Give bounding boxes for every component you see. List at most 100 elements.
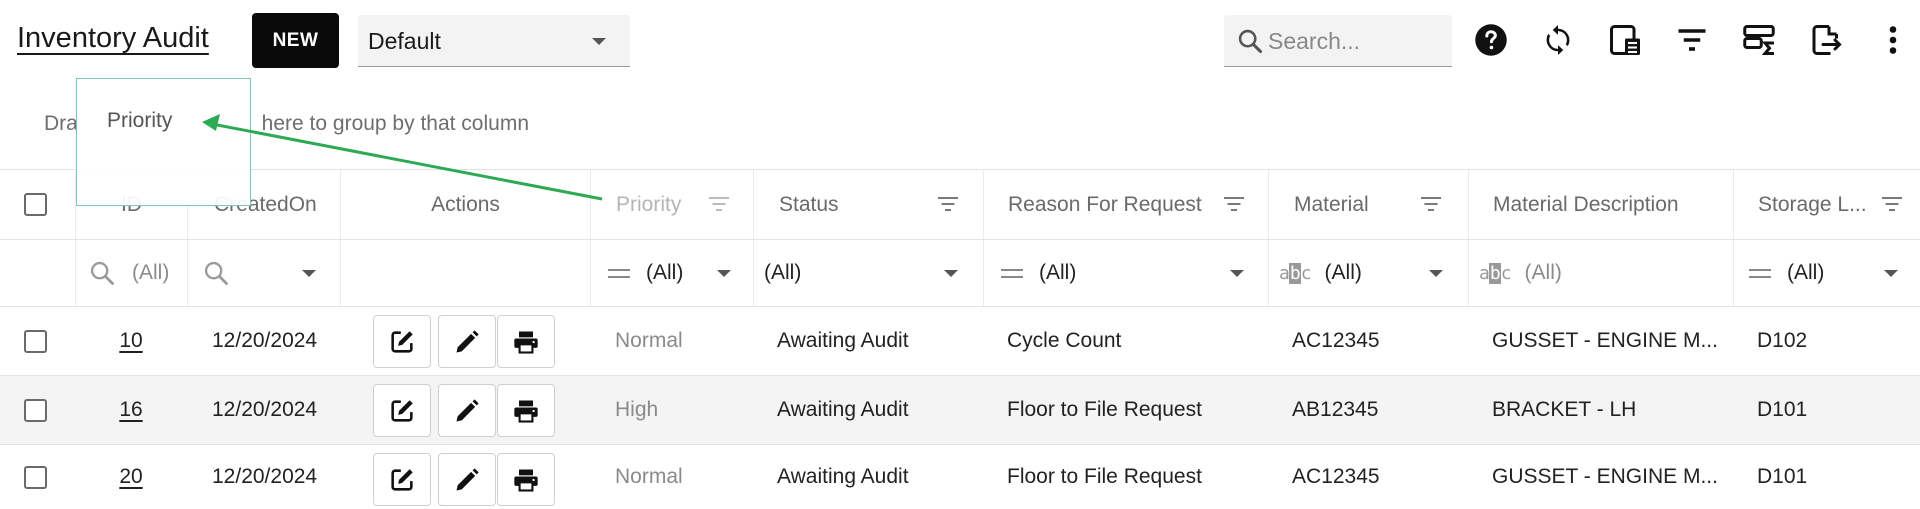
id-link[interactable]: 20	[119, 465, 142, 489]
filter-cell-select	[0, 240, 75, 306]
id-link[interactable]: 16	[119, 398, 142, 422]
chevron-down-icon[interactable]	[944, 270, 958, 277]
row-checkbox[interactable]	[24, 465, 47, 489]
chevron-down-icon[interactable]	[302, 270, 316, 277]
equals-operator-icon[interactable]	[608, 268, 630, 278]
column-filter-icon[interactable]	[1224, 197, 1244, 213]
column-header-label: Storage L...	[1758, 192, 1867, 216]
filter-cell-actions	[340, 240, 590, 306]
cell-id[interactable]: 20	[75, 445, 187, 509]
filter-cell-status[interactable]: (All)	[753, 240, 983, 306]
filter-value: (All)	[132, 261, 170, 284]
cell-reason: Floor to File Request	[1007, 398, 1202, 421]
cell-priority: High	[615, 398, 659, 421]
column-header-reason[interactable]: Reason For Request	[983, 170, 1268, 239]
cell-id[interactable]: 16	[75, 376, 187, 444]
new-button[interactable]: NEW	[252, 13, 339, 68]
edit-inline-button[interactable]	[373, 315, 431, 368]
table-row[interactable]: 16 12/20/2024 High Awaiting Audit Floor …	[0, 375, 1920, 444]
column-header-material-description[interactable]: Material Description	[1468, 170, 1733, 239]
edit-square-icon	[391, 468, 413, 491]
filter-cell-priority[interactable]: (All)	[590, 240, 753, 306]
filter-cell-createdon[interactable]	[187, 240, 340, 306]
search-field[interactable]	[1224, 15, 1452, 67]
cell-status: Awaiting Audit	[777, 398, 909, 421]
edit-inline-button[interactable]	[373, 384, 431, 437]
column-header-status[interactable]: Status	[753, 170, 983, 239]
id-link[interactable]: 10	[119, 329, 142, 353]
contains-operator-icon[interactable]: abc	[1279, 262, 1312, 284]
filter-cell-material-description[interactable]: abc (All)	[1468, 240, 1733, 306]
cell-material-description: GUSSET - ENGINE M...	[1492, 465, 1718, 488]
contains-operator-icon[interactable]: abc	[1479, 262, 1512, 284]
column-header-label: Reason For Request	[1008, 192, 1202, 216]
filter-value: (All)	[764, 261, 802, 284]
view-select[interactable]: Default	[358, 15, 630, 67]
printer-icon	[514, 331, 538, 354]
print-button[interactable]	[497, 315, 555, 368]
cell-createdon: 12/20/2024	[212, 465, 318, 488]
cell-storage: D102	[1757, 329, 1808, 352]
edit-button[interactable]	[438, 315, 496, 368]
filter-cell-id[interactable]: (All)	[75, 240, 187, 306]
column-header-label: Status	[779, 192, 839, 216]
filter-row: (All) (All) (All) (All) abc (All) abc (A…	[0, 239, 1920, 306]
group-hint-start: Dra	[44, 112, 78, 135]
help-icon[interactable]	[1472, 21, 1510, 59]
pencil-icon	[456, 467, 479, 490]
cell-storage: D101	[1757, 465, 1808, 488]
column-header-label: Material	[1294, 192, 1369, 216]
edit-inline-button[interactable]	[373, 453, 431, 506]
filter-value: (All)	[1524, 261, 1562, 284]
filter-icon[interactable]	[1673, 21, 1711, 59]
column-chooser-icon[interactable]	[1606, 21, 1644, 59]
column-filter-icon[interactable]	[938, 197, 958, 213]
print-button[interactable]	[497, 384, 555, 437]
column-header-storage[interactable]: Storage L...	[1733, 170, 1920, 239]
column-filter-icon[interactable]	[709, 197, 729, 213]
print-button[interactable]	[497, 453, 555, 506]
filter-cell-reason[interactable]: (All)	[983, 240, 1268, 306]
table-row[interactable]: 20 12/20/2024 Normal Awaiting Audit Floo…	[0, 444, 1920, 509]
chevron-down-icon[interactable]	[1429, 270, 1443, 277]
row-checkbox[interactable]	[24, 329, 47, 353]
filter-value: (All)	[1787, 261, 1825, 284]
filter-cell-material[interactable]: abc (All)	[1268, 240, 1468, 306]
equals-operator-icon[interactable]	[1749, 268, 1771, 278]
column-header-material[interactable]: Material	[1268, 170, 1468, 239]
more-vert-icon[interactable]	[1874, 21, 1912, 59]
select-all-checkbox[interactable]	[24, 193, 47, 216]
column-drag-ghost[interactable]: Priority	[76, 78, 251, 206]
refresh-icon[interactable]	[1539, 21, 1577, 59]
row-select-cell	[0, 307, 75, 375]
toolbar: Inventory Audit NEW Default	[0, 0, 1920, 80]
row-checkbox[interactable]	[24, 398, 47, 422]
search-input[interactable]	[1268, 23, 1446, 59]
cell-material: AC12345	[1292, 329, 1380, 352]
column-filter-icon[interactable]	[1882, 197, 1902, 213]
cell-status: Awaiting Audit	[777, 465, 909, 488]
cell-material: AC12345	[1292, 465, 1380, 488]
table-row[interactable]: 10 12/20/2024 Normal Awaiting Audit Cycl…	[0, 306, 1920, 375]
chevron-down-icon[interactable]	[1230, 270, 1244, 277]
cell-id[interactable]: 10	[75, 307, 187, 375]
filter-value: (All)	[1039, 261, 1077, 284]
export-icon[interactable]	[1807, 21, 1845, 59]
column-header-label: Actions	[431, 192, 500, 216]
column-header-priority[interactable]: Priority	[590, 170, 753, 239]
summary-icon[interactable]	[1740, 21, 1778, 59]
row-select-cell	[0, 445, 75, 509]
group-panel[interactable]: Dra here to group by that column	[0, 80, 1920, 169]
chevron-down-icon[interactable]	[1884, 270, 1898, 277]
filter-cell-storage[interactable]: (All)	[1733, 240, 1920, 306]
edit-button[interactable]	[438, 453, 496, 506]
header-row: ID CreatedOn Actions Priority Status Rea…	[0, 169, 1920, 239]
equals-operator-icon[interactable]	[1001, 268, 1023, 278]
page-title: Inventory Audit	[17, 22, 209, 54]
chevron-down-icon[interactable]	[717, 270, 731, 277]
printer-icon	[514, 400, 538, 423]
column-filter-icon[interactable]	[1421, 197, 1441, 213]
cell-actions	[340, 376, 590, 444]
edit-button[interactable]	[438, 384, 496, 437]
view-select-value: Default	[368, 28, 441, 54]
